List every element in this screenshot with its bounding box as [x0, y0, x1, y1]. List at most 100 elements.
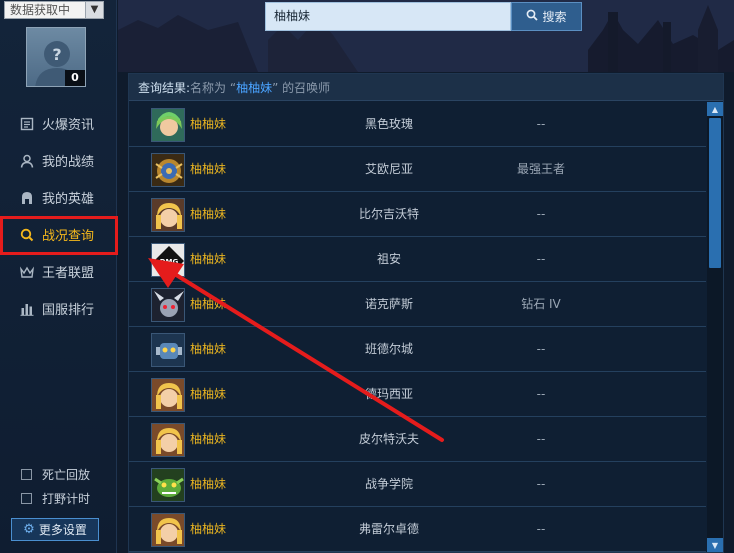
summoner-avatar: [151, 288, 185, 322]
table-row[interactable]: 柚柚妹 皮尔特沃夫 --: [129, 417, 706, 462]
results-scrollbar[interactable]: ▲ ▼: [707, 102, 723, 552]
server-name: 艾欧尼亚: [364, 162, 413, 176]
sidebar-item-league[interactable]: 王者联盟: [0, 253, 117, 290]
rank-value: --: [536, 477, 546, 491]
more-settings-button[interactable]: ⚙ 更多设置: [11, 518, 99, 541]
sidebar-item-label: 王者联盟: [42, 266, 95, 281]
death-replay-checkbox-row[interactable]: 死亡回放: [21, 466, 90, 483]
server-name: 诺克萨斯: [364, 297, 413, 311]
summoner-avatar: [151, 333, 185, 367]
table-row[interactable]: DMG 柚柚妹 祖安 --: [129, 237, 706, 282]
gear-icon: ⚙: [23, 522, 35, 537]
results-header-prefix: 名称为 “: [190, 80, 237, 95]
news-icon: [20, 117, 34, 131]
table-row[interactable]: 柚柚妹 黑色玫瑰 --: [129, 102, 706, 147]
sidebar-item-match-search[interactable]: 战况查询: [0, 216, 117, 253]
sidebar-item-ranking[interactable]: 国服排行: [0, 290, 117, 327]
sidebar-item-label: 火爆资讯: [42, 118, 95, 133]
chevron-down-icon[interactable]: ▼: [85, 2, 103, 18]
rank-value: --: [536, 387, 546, 401]
more-settings-label: 更多设置: [38, 523, 87, 537]
rank-value: 钻石 IV: [521, 297, 561, 311]
summoner-name[interactable]: 柚柚妹: [190, 327, 226, 371]
results-header-label: 查询结果:: [138, 80, 191, 95]
server-name: 黑色玫瑰: [364, 117, 413, 131]
server-name: 德玛西亚: [364, 387, 413, 401]
search-icon: [526, 9, 539, 24]
summoner-name[interactable]: 柚柚妹: [190, 102, 226, 146]
server-name: 班德尔城: [364, 342, 413, 356]
death-replay-label: 死亡回放: [42, 468, 91, 482]
sidebar-nav: 火爆资讯 我的战绩 我的英雄 战况查询 王者联盟 国服排行: [0, 105, 117, 327]
summoner-avatar: [151, 108, 185, 142]
table-row[interactable]: 柚柚妹 艾欧尼亚 最强王者: [129, 147, 706, 192]
summoner-avatar: [151, 468, 185, 502]
status-dropdown[interactable]: 数据获取中 ▼: [4, 1, 104, 19]
rank-value: --: [536, 522, 546, 536]
bar-chart-icon: [20, 302, 34, 316]
results-header-suffix: ” 的召唤师: [272, 80, 331, 95]
hero-helmet-icon: [20, 191, 34, 205]
rank-value: 最强王者: [516, 162, 565, 176]
table-row[interactable]: 柚柚妹 弗雷尔卓德 --: [129, 507, 706, 552]
jungle-timer-label: 打野计时: [42, 492, 91, 506]
table-row[interactable]: 柚柚妹 诺克萨斯 钻石 IV: [129, 282, 706, 327]
search-button-label: 搜索: [542, 10, 567, 24]
scroll-thumb[interactable]: [709, 118, 721, 268]
jungle-timer-checkbox-row[interactable]: 打野计时: [21, 490, 90, 507]
summoner-name[interactable]: 柚柚妹: [190, 192, 226, 236]
server-name: 比尔吉沃特: [358, 207, 419, 221]
server-name: 皮尔特沃夫: [358, 432, 419, 446]
person-icon: [20, 154, 34, 168]
rank-value: --: [536, 207, 546, 221]
sidebar-item-label: 战况查询: [42, 229, 95, 244]
sidebar-item-my-record[interactable]: 我的战绩: [0, 142, 117, 179]
rank-value: --: [536, 117, 546, 131]
avatar-badge: 0: [65, 70, 85, 86]
rank-value: --: [536, 342, 546, 356]
table-row[interactable]: 柚柚妹 战争学院 --: [129, 462, 706, 507]
sidebar-item-label: 我的战绩: [42, 155, 95, 170]
server-name: 弗雷尔卓德: [358, 522, 419, 536]
summoner-avatar: [151, 378, 185, 412]
table-row[interactable]: 柚柚妹 比尔吉沃特 --: [129, 192, 706, 237]
results-header-query: 柚柚妹: [236, 80, 273, 95]
rank-value: --: [536, 252, 546, 266]
sidebar-item-my-heroes[interactable]: 我的英雄: [0, 179, 117, 216]
summoner-avatar: [151, 198, 185, 232]
server-name: 祖安: [376, 252, 401, 266]
summoner-name[interactable]: 柚柚妹: [190, 462, 226, 506]
sidebar: 数据获取中 ▼ ? 0 火爆资讯 我的战绩 我的英雄 战况查询 王者联盟 国服排…: [0, 0, 117, 553]
scroll-down-arrow-icon[interactable]: ▼: [707, 538, 723, 552]
status-dropdown-value: 数据获取中: [10, 3, 71, 17]
table-row[interactable]: 柚柚妹 德玛西亚 --: [129, 372, 706, 417]
avatar[interactable]: ? 0: [26, 27, 86, 87]
summoner-name[interactable]: 柚柚妹: [190, 417, 226, 461]
summoner-name[interactable]: 柚柚妹: [190, 237, 226, 281]
sidebar-item-label: 国服排行: [42, 303, 95, 318]
summoner-name[interactable]: 柚柚妹: [190, 147, 226, 191]
svg-text:DMG: DMG: [160, 258, 179, 266]
summoner-avatar: [151, 153, 185, 187]
rank-value: --: [536, 432, 546, 446]
results-list: 柚柚妹 黑色玫瑰 -- 柚柚妹 艾欧尼亚 最强王者 柚柚妹 比尔吉沃特 -- D…: [129, 102, 706, 552]
summoner-name[interactable]: 柚柚妹: [190, 507, 226, 551]
svg-text:?: ?: [52, 45, 61, 64]
server-name: 战争学院: [364, 477, 413, 491]
search-button[interactable]: 搜索: [511, 2, 582, 31]
summoner-search-input[interactable]: 柚柚妹: [265, 2, 511, 31]
scroll-up-arrow-icon[interactable]: ▲: [707, 102, 723, 116]
summoner-avatar: DMG: [151, 243, 185, 277]
table-row[interactable]: 柚柚妹 班德尔城 --: [129, 327, 706, 372]
summoner-avatar: [151, 513, 185, 547]
death-replay-checkbox[interactable]: [21, 469, 32, 480]
sidebar-item-news[interactable]: 火爆资讯: [0, 105, 117, 142]
sidebar-item-label: 我的英雄: [42, 192, 95, 207]
search-icon: [20, 228, 34, 242]
results-header: 查询结果: 名称为 “ 柚柚妹 ” 的召唤师: [129, 74, 723, 101]
jungle-timer-checkbox[interactable]: [21, 493, 32, 504]
summoner-avatar: [151, 423, 185, 457]
results-panel: 查询结果: 名称为 “ 柚柚妹 ” 的召唤师 柚柚妹 黑色玫瑰 -- 柚柚妹 艾…: [128, 73, 724, 553]
summoner-name[interactable]: 柚柚妹: [190, 282, 226, 326]
summoner-name[interactable]: 柚柚妹: [190, 372, 226, 416]
